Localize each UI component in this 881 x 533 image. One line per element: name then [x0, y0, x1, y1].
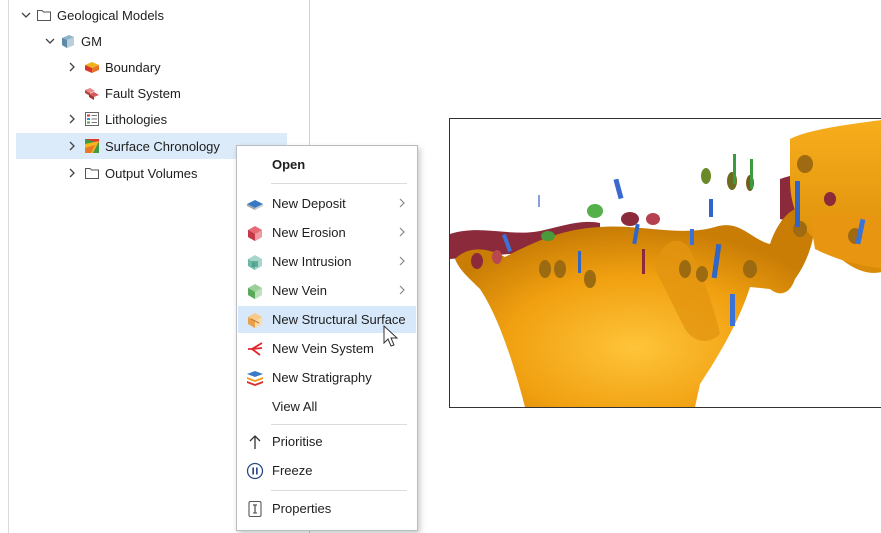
tree-item-label: Geological Models [57, 7, 164, 23]
menu-item-properties[interactable]: Properties [238, 495, 416, 522]
tree-item-gm[interactable]: GM [44, 28, 314, 54]
fault-system-icon [84, 85, 100, 101]
vein-icon [246, 282, 264, 300]
chevron-down-icon[interactable] [44, 35, 56, 47]
vein-system-icon [246, 340, 264, 358]
menu-item-label: Open [272, 157, 306, 172]
mouse-cursor-icon [383, 325, 399, 347]
menu-item-label: New Vein [272, 283, 327, 298]
tree-item-label: Fault System [105, 85, 181, 101]
menu-separator [271, 424, 407, 425]
submenu-arrow-icon [399, 227, 405, 237]
menu-item-new-intrusion[interactable]: New Intrusion [238, 248, 416, 275]
3d-scene-viewport[interactable] [449, 118, 881, 408]
geological-model-icon [60, 33, 76, 49]
geological-surface-render [450, 120, 881, 407]
tree-item-geological-models[interactable]: Geological Models [20, 2, 290, 28]
panel-edge [8, 0, 9, 533]
boundary-icon [84, 59, 100, 75]
folder-icon [36, 7, 52, 23]
tree-item-label: GM [81, 33, 102, 49]
lithologies-icon [84, 111, 100, 127]
tree-item-fault-system[interactable]: Fault System [66, 80, 336, 106]
menu-item-new-stratigraphy[interactable]: New Stratigraphy [238, 364, 416, 391]
tree-item-label: Boundary [105, 59, 161, 75]
tree-item-boundary[interactable]: Boundary [66, 54, 336, 80]
menu-item-view-all[interactable]: View All [238, 393, 416, 420]
chevron-right-icon[interactable] [66, 167, 78, 179]
menu-item-new-erosion[interactable]: New Erosion [238, 219, 416, 246]
submenu-arrow-icon [399, 256, 405, 266]
no-chevron [66, 87, 78, 99]
menu-item-label: New Vein System [272, 341, 374, 356]
stratigraphy-icon [246, 369, 264, 387]
menu-item-label: Properties [272, 501, 332, 516]
menu-separator [271, 490, 407, 491]
submenu-arrow-icon [399, 285, 405, 295]
menu-item-label: New Stratigraphy [272, 370, 372, 385]
tree-item-label: Lithologies [105, 111, 168, 127]
menu-item-label: Prioritise [272, 434, 323, 449]
menu-item-new-vein[interactable]: New Vein [238, 277, 416, 304]
chevron-right-icon[interactable] [66, 140, 78, 152]
blank-icon [246, 156, 264, 174]
intrusion-icon [246, 253, 264, 271]
deposit-icon [246, 195, 264, 213]
menu-item-label: View All [272, 399, 318, 414]
menu-item-new-deposit[interactable]: New Deposit [238, 190, 416, 217]
pause-icon [246, 462, 264, 480]
folder-icon [84, 165, 100, 181]
surface-chronology-icon [84, 138, 100, 154]
blank-icon [246, 398, 264, 416]
menu-item-label: New Erosion [272, 225, 346, 240]
menu-separator [271, 183, 407, 184]
menu-item-label: New Deposit [272, 196, 346, 211]
menu-item-freeze[interactable]: Freeze [238, 457, 416, 484]
chevron-right-icon[interactable] [66, 113, 78, 125]
structural-surface-icon [246, 311, 264, 329]
menu-item-prioritise[interactable]: Prioritise [238, 428, 416, 455]
arrow-up-icon [246, 433, 264, 451]
menu-item-open[interactable]: Open [238, 151, 416, 178]
properties-icon [246, 500, 264, 518]
erosion-icon [246, 224, 264, 242]
chevron-right-icon[interactable] [66, 61, 78, 73]
tree-item-label: Output Volumes [105, 165, 198, 181]
chevron-down-icon[interactable] [20, 9, 32, 21]
menu-item-label: Freeze [272, 463, 313, 478]
tree-item-label: Surface Chronology [105, 138, 220, 154]
menu-item-label: New Intrusion [272, 254, 352, 269]
tree-item-lithologies[interactable]: Lithologies [66, 106, 336, 132]
submenu-arrow-icon [399, 198, 405, 208]
